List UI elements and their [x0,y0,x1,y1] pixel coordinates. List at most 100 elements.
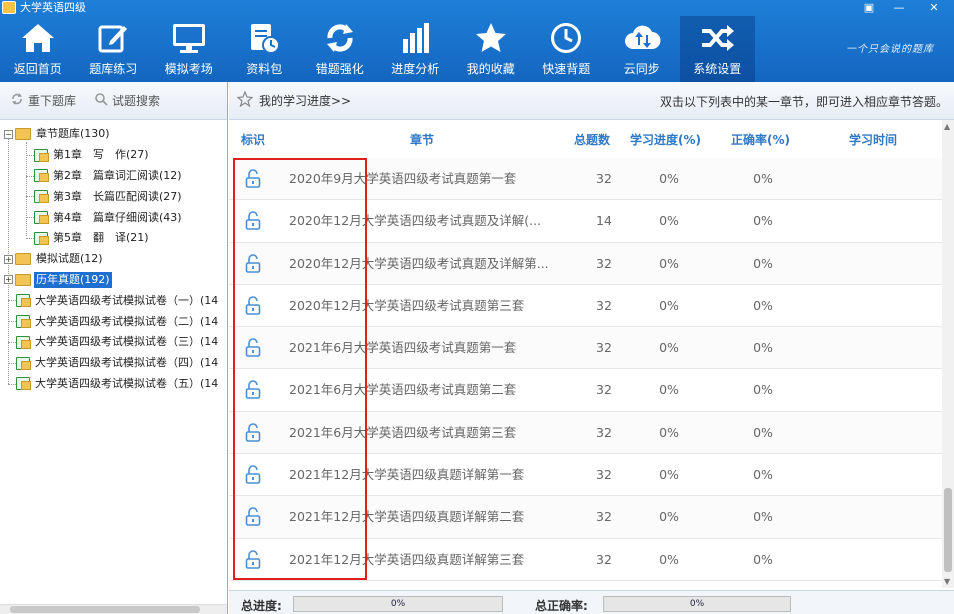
row-chapter-title: 2020年9月大学英语四级考试真题第一套 [289,171,517,186]
restore-button[interactable]: ▣ [854,0,884,16]
close-button[interactable]: ✕ [914,0,954,16]
toolbar-label: 错题强化 [315,62,364,76]
tree-node-mock-paper-3[interactable]: 大学英语四级考试模拟试卷（三）(14 [0,332,227,353]
table-row[interactable]: 2020年12月大学英语四级考试真题及详解(... 14 0% 0% [229,200,942,243]
tree-node-chapter-2[interactable]: 第2章 篇章词汇阅读(12) [0,166,227,187]
table-row[interactable]: 2020年12月大学英语四级考试真题第三套 32 0% 0% [229,284,942,328]
folder-icon [15,273,31,286]
tree-node-chapters[interactable]: − 章节题库(130) [0,124,227,145]
row-progress: 0% [659,297,679,313]
tree-connector [26,196,34,198]
table-vertical-scrollbar[interactable]: ▲ ▼ [942,120,954,588]
row-progress: 0% [659,213,679,229]
toolbar-label: 题库练习 [89,62,138,76]
tree-node-label: 大学英语四级考试模拟试卷（一）(14 [35,293,219,307]
tree-node-label: 第5章 翻 译(21) [53,231,149,245]
tree-connector [26,154,34,156]
row-total: 32 [596,509,612,525]
toolbar-quick-review[interactable]: 快速背题 [529,16,605,82]
tree-connector [8,362,16,364]
row-chapter-title: 2021年12月大学英语四级真题详解第三套 [289,551,525,567]
pin-icon [236,90,254,110]
tree-node-mock-tests[interactable]: + 模拟试题(12) [0,249,227,270]
main-toolbar: 返回首页 题库练习 模拟考场 资料包 错题强化 进度分析 我的收藏 快速背题 云… [0,16,755,82]
breadcrumb[interactable]: 我的学习进度>> [259,92,351,109]
tree-node-mock-paper-2[interactable]: 大学英语四级考试模拟试卷（二）(14 [0,311,227,332]
row-progress: 0% [659,255,679,271]
tree-node-chapter-3[interactable]: 第3章 长篇匹配阅读(27) [0,186,227,207]
row-total: 32 [596,171,612,186]
table-row[interactable]: 2020年9月大学英语四级考试真题第一套 32 0% 0% [229,158,942,201]
toolbar-favorites[interactable]: 我的收藏 [453,16,529,82]
tree-node-mock-paper-4[interactable]: 大学英语四级考试模拟试卷（四）(14 [0,353,227,374]
tree-connector [8,383,16,385]
table-row[interactable]: 2021年12月大学英语四级真题详解第三套 32 0% 0% [229,538,942,581]
reload-bank-button[interactable]: 重下题库 [10,92,76,109]
toolbar-mistakes[interactable]: 错题强化 [302,16,378,82]
row-total: 32 [596,551,612,567]
toolbar-mock-exam[interactable]: 模拟考场 [151,16,227,82]
table-row[interactable]: 2021年12月大学英语四级真题详解第二套 32 0% 0% [229,496,942,539]
row-progress: 0% [659,551,679,567]
table-row[interactable]: 2021年6月大学英语四级考试真题第三套 32 0% 0% [229,411,942,455]
expand-icon[interactable]: + [4,275,13,285]
row-accuracy: 0% [753,255,773,271]
toolbar-cloud-sync[interactable]: 云同步 [604,16,680,82]
top-toolbar-area: 大学英语四级 ▣ — ✕ 返回首页 题库练习 模拟考场 资料包 错题强化 进度分… [0,0,954,82]
toolbar-label: 快速背题 [542,62,591,76]
tree-node-chapter-5[interactable]: 第5章 翻 译(21) [0,228,227,249]
scrollbar-thumb[interactable] [10,606,200,613]
unlock-icon [245,496,267,538]
table-row[interactable]: 2021年12月大学英语四级真题详解第一套 32 0% 0% [229,454,942,497]
column-header-progress[interactable]: 学习进度(%) [630,131,701,148]
tree-connector [26,237,34,239]
toolbar-label: 进度分析 [391,62,440,76]
row-progress: 0% [659,424,679,440]
unlock-icon [245,454,267,496]
scrollbar-thumb[interactable] [944,488,952,572]
toolbar-settings[interactable]: 系统设置 [679,16,755,82]
toolbar-practice[interactable]: 题库练习 [76,16,152,82]
total-progress-label: 总进度: [241,599,282,613]
column-header-mark[interactable]: 标识 [241,131,265,148]
bar-chart-icon [395,18,435,58]
monitor-icon [169,18,209,58]
row-total: 32 [596,255,612,271]
table-row[interactable]: 2021年6月大学英语四级考试真题第二套 32 0% 0% [229,369,942,412]
unlock-icon [245,285,267,327]
table-header: 标识 章节 总题数 学习进度(%) 正确率(%) 学习时间 [229,120,942,156]
scroll-up-icon[interactable]: ▲ [944,122,950,131]
tree-node-label: 第1章 写 作(27) [53,148,149,162]
paper-doc-icon [16,335,31,349]
tree-node-chapter-1[interactable]: 第1章 写 作(27) [0,145,227,166]
toolbar-home[interactable]: 返回首页 [0,16,76,82]
collapse-icon[interactable]: − [4,129,13,139]
toolbar-materials[interactable]: 资料包 [227,16,303,82]
expand-icon[interactable]: + [4,254,13,264]
tree-node-mock-paper-5[interactable]: 大学英语四级考试模拟试卷（五）(14 [0,374,227,395]
row-chapter-title: 2020年12月大学英语四级考试真题及详解第... [289,255,549,271]
row-accuracy: 0% [753,171,773,186]
tree-node-chapter-4[interactable]: 第4章 篇章仔细阅读(43) [0,207,227,228]
column-header-total[interactable]: 总题数 [574,131,610,148]
column-header-accuracy[interactable]: 正确率(%) [731,131,790,148]
tree-node-past-exams[interactable]: + 历年真题(192) [0,270,227,291]
left-panel-header: 重下题库 试题搜索 [0,82,227,120]
search-questions-button[interactable]: 试题搜索 [94,92,160,109]
home-icon [18,18,58,58]
tree-node-mock-paper-1[interactable]: 大学英语四级考试模拟试卷（一）(14 [0,290,227,311]
paper-doc-icon [16,294,31,308]
left-horizontal-scrollbar[interactable] [0,604,227,614]
tree-node-label: 第4章 篇章仔细阅读(43) [53,210,182,224]
total-progress-value: 0% [390,599,406,609]
row-chapter-title: 2021年6月大学英语四级考试真题第一套 [289,340,517,356]
toolbar-progress[interactable]: 进度分析 [378,16,454,82]
column-header-chapter[interactable]: 章节 [410,131,434,148]
minimize-button[interactable]: — [884,0,914,16]
row-chapter-title: 2021年12月大学英语四级真题详解第二套 [289,509,525,525]
table-row[interactable]: 2021年6月大学英语四级考试真题第一套 32 0% 0% [229,327,942,370]
column-header-time[interactable]: 学习时间 [849,131,897,148]
total-accuracy-bar: 0% [603,596,791,612]
table-row[interactable]: 2020年12月大学英语四级考试真题及详解第... 32 0% 0% [229,242,942,285]
scroll-down-icon[interactable]: ▼ [944,577,950,586]
